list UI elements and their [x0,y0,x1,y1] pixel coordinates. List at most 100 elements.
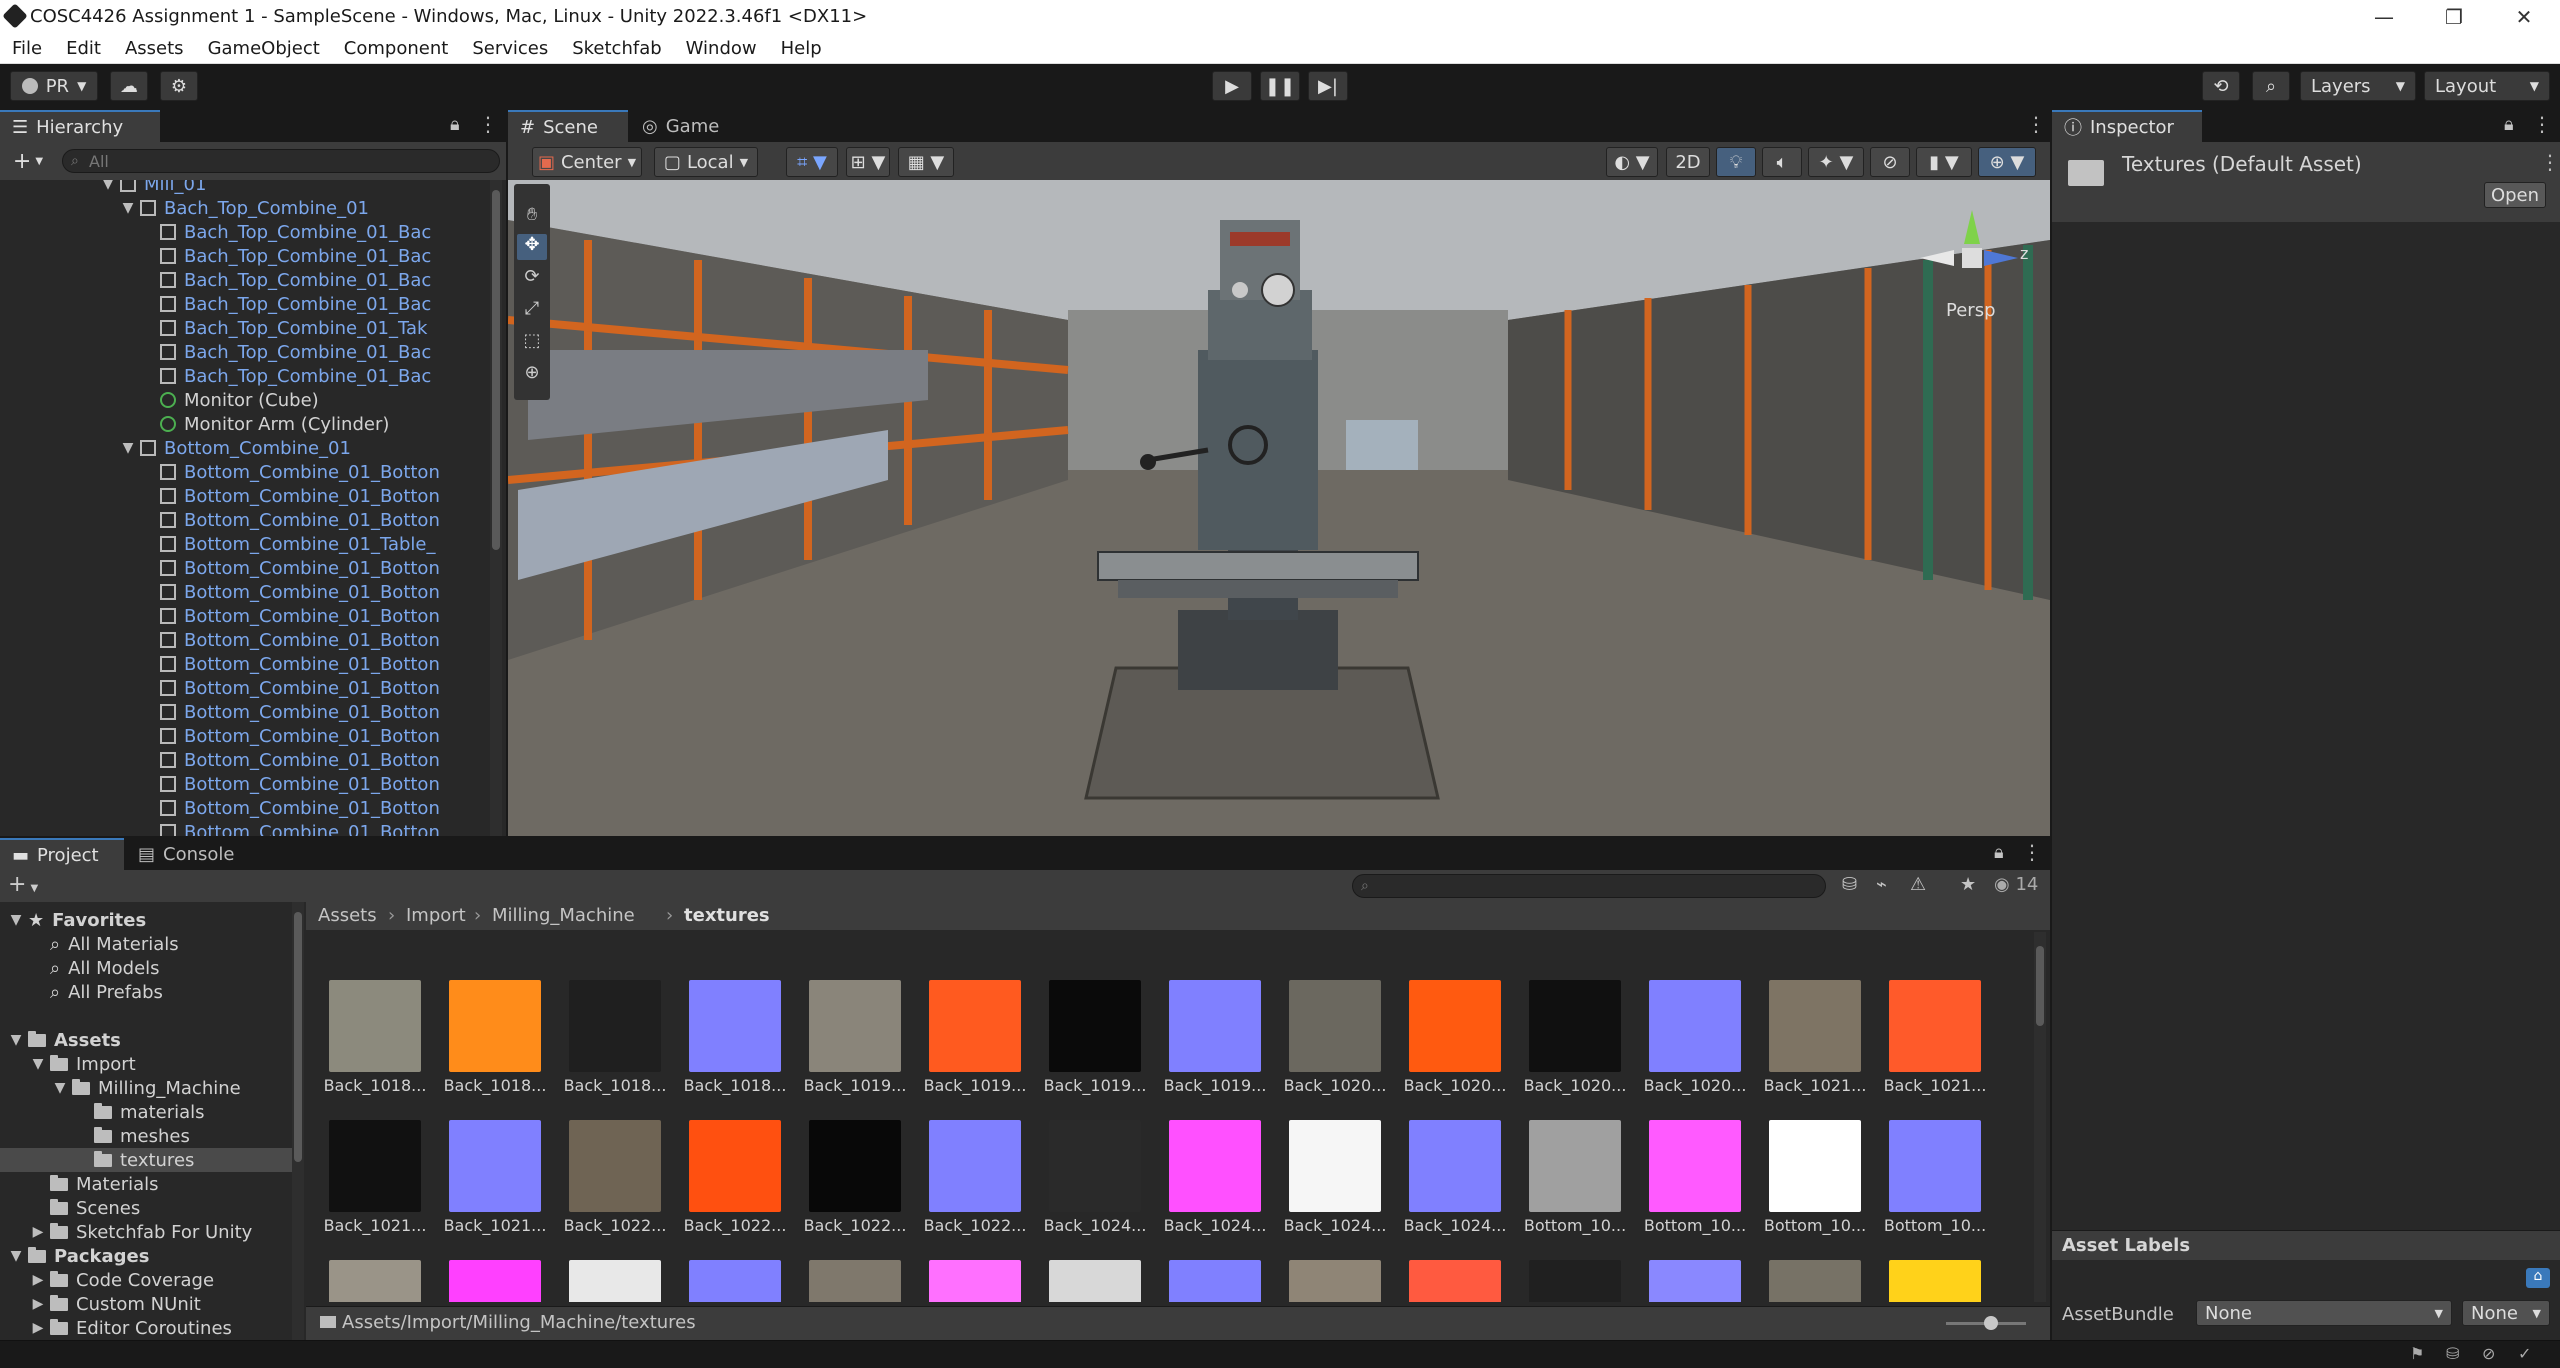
hierarchy-item[interactable]: ▼ Mill_01 [100,180,206,196]
create-button[interactable]: + ▼ [6,148,50,174]
asset-tile[interactable]: Back_1018... [680,980,790,1095]
hand-tool-icon[interactable]: ✋︎ [517,204,547,230]
expand-arrow-icon[interactable]: ▼ [120,200,136,216]
asset-tile[interactable]: Back_1021... [1760,980,1870,1095]
breadcrumb-item[interactable]: Assets [318,905,377,926]
pivot-dropdown[interactable]: ▣ Center ▼ [532,147,642,177]
rotate-tool-icon[interactable]: ⟳ [517,266,547,292]
hierarchy-item[interactable]: Bach_Top_Combine_01_Bac [140,268,431,292]
layout-dropdown[interactable]: Layout ▼ [2424,71,2550,101]
asset-tile[interactable]: Back_1022... [920,1120,1030,1235]
transform-tool-icon[interactable]: ⊕ [517,362,547,388]
visibility-count[interactable]: ◉ 14 [1994,874,2038,895]
expand-arrow-icon[interactable]: ▼ [8,1032,24,1048]
more-options-icon[interactable]: ⋮ [2532,112,2552,136]
hierarchy-item[interactable]: Bottom_Combine_01_Botton [140,604,440,628]
asset-variant-dropdown[interactable]: None ▼ [2462,1300,2550,1326]
hierarchy-item[interactable]: Bottom_Combine_01_Botton [140,556,440,580]
expand-arrow-icon[interactable]: ▶ [30,1296,46,1312]
menu-services[interactable]: Services [460,34,560,64]
project-tree-item[interactable]: ▼ Import [0,1052,292,1076]
x-axis-cone-icon[interactable] [1920,250,1954,266]
project-tree-item[interactable]: ▶ Sketchfab For Unity [0,1220,292,1244]
asset-tile[interactable] [1280,1260,1390,1302]
hierarchy-item[interactable]: Bach_Top_Combine_01_Bac [140,292,431,316]
asset-tile[interactable]: Back_1022... [560,1120,670,1235]
asset-tile[interactable]: Back_1022... [680,1120,790,1235]
asset-tile[interactable] [1760,1260,1870,1302]
asset-tile[interactable]: Back_1019... [1160,980,1270,1095]
tab-console[interactable]: ▤ Console [126,838,256,870]
filter-type-icon[interactable]: ⛁ [1842,874,1857,895]
scale-tool-icon[interactable]: ⤢ [517,298,547,324]
project-tree-item[interactable]: ▼ Milling_Machine [0,1076,292,1100]
asset-tile[interactable] [680,1260,790,1302]
tab-hierarchy[interactable]: ☰ Hierarchy [0,110,160,142]
audio-toggle[interactable]: 🔈︎ [1762,147,1802,177]
asset-tile[interactable] [1880,1260,1990,1302]
asset-tile[interactable]: Bottom_10... [1760,1120,1870,1235]
breadcrumb-current[interactable]: textures [684,905,770,926]
expand-arrow-icon[interactable]: ▼ [30,1056,46,1072]
filter-label-icon[interactable]: ⌁ [1876,874,1887,895]
hierarchy-item[interactable]: ▼ Bottom_Combine_01 [120,436,351,460]
project-tree-item[interactable]: ▼ ★ Favorites [0,908,292,932]
asset-tile[interactable]: Back_1020... [1640,980,1750,1095]
project-tree-item[interactable]: ⌕ All Prefabs [0,980,292,1004]
step-button[interactable]: ▶| [1308,71,1348,101]
project-tree-item[interactable]: ⌕ All Materials [0,932,292,956]
expand-arrow-icon[interactable]: ▼ [120,440,136,456]
lock-icon[interactable]: 🔒︎ [1994,842,2004,863]
projection-label[interactable]: Persp [1946,300,1996,321]
asset-tile[interactable] [1400,1260,1510,1302]
debug-icon[interactable]: ⚑ [2410,1344,2424,1363]
play-button[interactable]: ▶ [1212,71,1252,101]
asset-tile[interactable] [440,1260,550,1302]
hierarchy-item[interactable]: Bach_Top_Combine_01_Bac [140,364,431,388]
asset-tile[interactable] [800,1260,910,1302]
label-tag-icon[interactable]: ⌂ [2526,1268,2550,1288]
orientation-gizmo[interactable]: z Persp [1910,200,2030,321]
search-button[interactable]: ⌕ [2252,71,2290,101]
expand-arrow-icon[interactable]: ▶ [30,1320,46,1336]
tree-scrollbar[interactable] [292,902,304,1340]
asset-tile[interactable]: Back_1024... [1400,1120,1510,1235]
asset-tile[interactable] [560,1260,670,1302]
project-tree-item[interactable]: ▶ Editor Coroutines [0,1316,292,1340]
draw-mode-button[interactable]: ◐ ▼ [1606,147,1658,177]
hierarchy-item[interactable]: Bottom_Combine_01_Botton [140,772,440,796]
asset-tile[interactable]: Back_1021... [320,1120,430,1235]
open-button[interactable]: Open [2484,182,2546,208]
hierarchy-item[interactable]: Bach_Top_Combine_01_Tak [140,316,427,340]
move-tool-icon[interactable]: ✥ [517,234,547,260]
tab-game[interactable]: ◎ Game [630,110,750,142]
hierarchy-item[interactable]: Bottom_Combine_01_Botton [140,580,440,604]
hierarchy-scrollbar[interactable] [490,180,502,836]
project-tree-item[interactable]: materials [0,1100,292,1124]
menu-file[interactable]: File [0,34,54,64]
project-tree-item[interactable]: ⌕ All Models [0,956,292,980]
asset-tile[interactable]: Bottom_10... [1520,1120,1630,1235]
breadcrumb-item[interactable]: Milling_Machine [492,905,635,926]
asset-tile[interactable]: Back_1020... [1280,980,1390,1095]
project-tree-item[interactable]: ▶ Code Coverage [0,1268,292,1292]
layers-dropdown[interactable]: Layers ▼ [2300,71,2416,101]
hierarchy-item[interactable]: Bottom_Combine_01_Botton [140,748,440,772]
project-tree-item[interactable]: Scenes [0,1196,292,1220]
y-axis-cone-icon[interactable] [1964,210,1980,244]
gizmos-dropdown[interactable]: ⊕ ▼ [1978,147,2036,177]
menu-help[interactable]: Help [769,34,834,64]
minimize-button[interactable]: — [2354,2,2414,32]
breadcrumb-item[interactable]: Import [406,905,466,926]
asset-bundle-dropdown[interactable]: None ▼ [2196,1300,2452,1326]
grid-visibility-button[interactable]: ▦ ▼ [898,147,954,177]
tab-scene[interactable]: # Scene [508,110,628,142]
hierarchy-item[interactable]: Bottom_Combine_01_Botton [140,796,440,820]
asset-tile[interactable] [1520,1260,1630,1302]
menu-sketchfab[interactable]: Sketchfab [560,34,673,64]
hierarchy-item[interactable]: ▼ Bach_Top_Combine_01 [120,196,369,220]
hierarchy-item[interactable]: Monitor (Cube) [140,388,319,412]
hierarchy-item[interactable]: Bottom_Combine_01_Botton [140,652,440,676]
menu-window[interactable]: Window [674,34,769,64]
project-search-input[interactable]: ⌕ [1352,874,1826,898]
